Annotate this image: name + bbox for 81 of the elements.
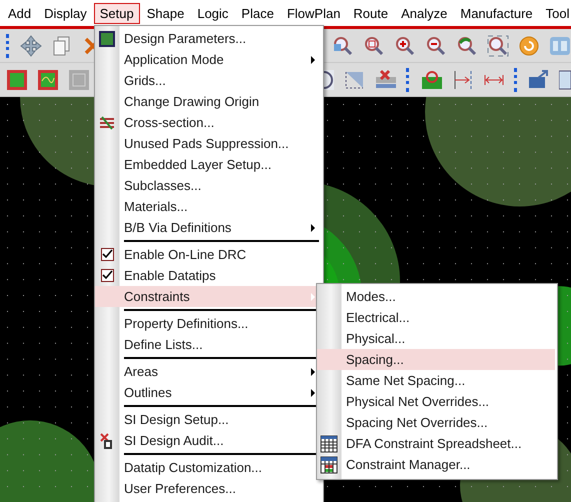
- zoom-fit-icon[interactable]: [487, 34, 509, 56]
- menu-item-label: Application Mode: [124, 52, 225, 67]
- menu-item-label: Physical Net Overrides...: [346, 394, 490, 409]
- menu-bar-item[interactable]: Tool: [540, 2, 571, 24]
- menu-item-label: Change Drawing Origin: [124, 94, 260, 109]
- menu-item[interactable]: Constraint Manager...: [317, 454, 555, 475]
- zoom-icon[interactable]: [456, 34, 478, 56]
- menu-item[interactable]: Physical Net Overrides...: [317, 391, 555, 412]
- menu-item[interactable]: Same Net Spacing...: [317, 370, 555, 391]
- menu-item[interactable]: Embedded Layer Setup...: [95, 154, 321, 175]
- menu-item-label: Unused Pads Suppression...: [124, 136, 290, 151]
- menu-item-label: Materials...: [124, 199, 189, 214]
- checkbox[interactable]: [100, 248, 114, 261]
- menu-item-label: SI Design Audit...: [124, 433, 225, 448]
- menu-item[interactable]: Spacing...: [317, 349, 555, 370]
- menu-bar-item[interactable]: Route: [347, 2, 394, 24]
- zoom-icon[interactable]: [363, 34, 385, 56]
- zoom-icon[interactable]: [332, 34, 354, 56]
- menu-item-label: Property Definitions...: [124, 316, 250, 331]
- menu-item[interactable]: Electrical...: [317, 307, 555, 328]
- zoom-in-icon[interactable]: [394, 34, 416, 56]
- menu-item-label: SI Design Setup...: [124, 412, 230, 427]
- menu-bar-item[interactable]: FlowPlan: [280, 2, 346, 24]
- menu-item-label: User Preferences...: [124, 481, 237, 496]
- menu-item[interactable]: Spacing Net Overrides...: [317, 412, 555, 433]
- menu-item[interactable]: DFA Constraint Spreadsheet...: [317, 433, 555, 454]
- menu-item-label: B/B Via Definitions: [124, 220, 232, 235]
- menu-bar-item[interactable]: Manufacture: [454, 2, 539, 24]
- menu-item-label: Areas: [124, 364, 159, 379]
- menu-item-label: Constraint Manager...: [346, 457, 472, 472]
- menu-item[interactable]: Materials...: [95, 196, 321, 217]
- refresh-icon[interactable]: [518, 34, 540, 56]
- menu-item[interactable]: Subclasses...: [95, 175, 321, 196]
- menu-item-label: Subclasses...: [124, 178, 202, 193]
- table-icon[interactable]: [559, 68, 571, 90]
- menu-item-icon: [98, 114, 116, 132]
- menu-bar-item[interactable]: Analyze: [395, 2, 454, 24]
- zoom-out-icon[interactable]: [425, 34, 447, 56]
- menu-item-label: Design Parameters...: [124, 31, 248, 46]
- menu-item-icon: [98, 30, 116, 48]
- menu-item-label: Define Lists...: [124, 337, 204, 352]
- menu-item[interactable]: Application Mode: [95, 49, 321, 70]
- menu-item[interactable]: Enable On-Line DRC: [95, 244, 321, 265]
- menu-item-label: Cross-section...: [124, 115, 216, 130]
- menu-item[interactable]: Change Drawing Origin: [95, 91, 321, 112]
- menu-item-label: Enable On-Line DRC: [124, 247, 248, 262]
- menu-item-label: DFA Constraint Spreadsheet...: [346, 436, 523, 451]
- spreadsheet-icon: [320, 434, 338, 452]
- export-icon[interactable]: [528, 68, 550, 90]
- board-icon[interactable]: [6, 68, 28, 90]
- menu-item-label: Spacing Net Overrides...: [346, 415, 489, 430]
- menu-bar-item[interactable]: Shape: [140, 2, 190, 24]
- board-icon[interactable]: [37, 68, 59, 90]
- menu-item-label: Grids...: [124, 73, 167, 88]
- menu-bar-item[interactable]: Display: [38, 2, 93, 24]
- menu-item-label: Spacing...: [346, 352, 405, 367]
- delete-shape-icon[interactable]: [375, 68, 398, 90]
- checkbox[interactable]: [100, 269, 114, 282]
- measure-icon[interactable]: [452, 68, 474, 90]
- menu-bar-item[interactable]: Logic: [191, 2, 234, 24]
- menu-item[interactable]: Cross-section...: [95, 112, 321, 133]
- menu-item-label: Electrical...: [346, 310, 411, 325]
- move-icon[interactable]: [20, 34, 42, 56]
- menu-item[interactable]: Unused Pads Suppression...: [95, 133, 321, 154]
- menu-item-label: Embedded Layer Setup...: [124, 157, 272, 172]
- spreadsheet-icon: [320, 456, 338, 474]
- menu-item-label: Outlines: [124, 385, 173, 400]
- menu-bar-item[interactable]: Add: [2, 2, 38, 24]
- menu-item[interactable]: User Preferences...: [95, 478, 321, 499]
- menu-item-label: Constraints: [124, 289, 191, 304]
- menu-item-label: Physical...: [346, 331, 406, 346]
- menu-bar-item[interactable]: Setup: [94, 2, 140, 24]
- menu-item[interactable]: Physical...: [317, 328, 555, 349]
- menu-item-label: Same Net Spacing...: [346, 373, 466, 388]
- menu-item-label: Datatip Customization...: [124, 460, 264, 475]
- menu-item-label: Enable Datatips: [124, 268, 217, 283]
- menu-bar-item[interactable]: Place: [235, 2, 280, 24]
- menu-item[interactable]: B/B Via Definitions: [95, 217, 321, 238]
- chip-icon[interactable]: [420, 68, 443, 90]
- menu-item-label: Modes...: [346, 289, 397, 304]
- menu-item[interactable]: Enable Datatips: [95, 265, 321, 286]
